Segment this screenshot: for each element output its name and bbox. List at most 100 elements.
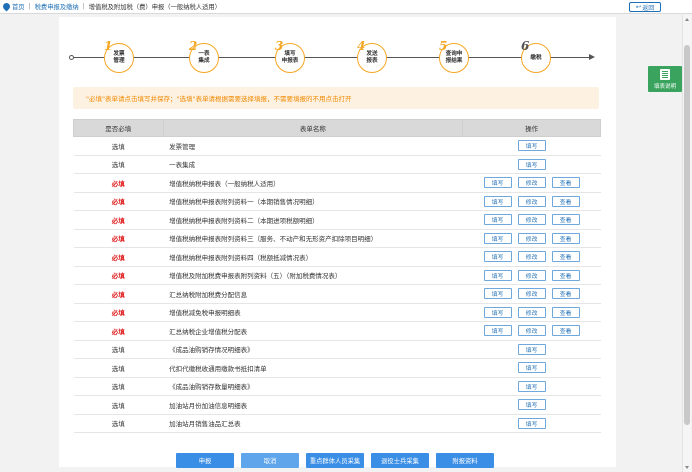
modify-button[interactable]: 修改 [517,325,546,337]
fill-button[interactable]: 填写 [517,343,546,355]
table-row: 必填 增值税及附加税费申报表附列资料（五）（附加税费情况表） 填写 修改 查看 [73,266,601,285]
operations-cell: 填写 修改 查看 [462,192,601,211]
progress-steps: 1 发票 管理 2 一表 集成 3 填写 申报表 4 发送 报表 5 查询申 报结果 6 … [59,39,616,75]
scroll-down-icon[interactable] [685,466,689,469]
step-label: 发票 管理 [113,51,125,64]
operations-cell: 填写 修改 查看 [462,321,601,341]
breadcrumb-separator: | [82,3,85,10]
table-row: 选填 《成品油购销存数量明细表》 填写 [73,377,601,396]
modify-button[interactable]: 修改 [517,195,546,207]
step-number: 2 [189,39,198,53]
step-invoice-management[interactable]: 1 发票 管理 [104,40,134,73]
fill-button[interactable]: 填写 [517,140,546,152]
breadcrumb-section-link[interactable]: 税费申报及缴纳 [35,2,79,11]
table-row: 选填 加油站月份加油信息明细表 填写 [73,395,601,415]
fill-button[interactable]: 填写 [517,399,546,411]
modify-button[interactable]: 修改 [517,214,546,226]
table-row: 必填 增值税减免税申报明细表 填写 修改 查看 [73,303,601,322]
step-send-forms[interactable]: 4 发送 报表 [357,39,387,73]
form-name: 一表集成 [163,155,463,174]
view-button[interactable]: 查看 [551,177,580,189]
required-flag: 选填 [73,340,164,359]
step-number: 3 [275,39,284,53]
fill-button[interactable]: 填写 [483,325,512,337]
fill-button[interactable]: 填写 [517,158,546,170]
steps-end-arrow-icon [589,54,595,60]
required-flag: 选填 [73,414,164,433]
fill-button[interactable]: 填写 [483,214,512,226]
fill-button[interactable]: 填写 [483,306,512,318]
table-row: 必填 增值税纳税申报表附列资料一（本期销售情况明细） 填写 修改 查看 [73,192,601,211]
header-operations: 操作 [462,119,601,137]
back-button-label: 返回 [642,4,655,12]
header-required: 是否必填 [73,119,164,137]
operations-cell: 填写 [462,358,601,378]
fill-button[interactable]: 填写 [517,362,546,374]
view-button[interactable]: 查看 [551,195,580,207]
step-label: 缴税 [530,54,542,61]
step-fill-forms[interactable]: 3 填写 申报表 [275,39,305,73]
fill-button[interactable]: 填写 [517,380,546,392]
view-button[interactable]: 查看 [551,214,580,226]
vertical-scrollbar[interactable] [682,15,691,472]
scroll-up-icon[interactable] [685,18,689,21]
fill-button[interactable]: 填写 [483,195,512,207]
breadcrumb-home-link[interactable]: 首页 [12,2,25,11]
fill-instructions-button[interactable]: 填表说明 [648,66,682,92]
operations-cell: 填写 [462,136,601,156]
required-flag: 必填 [73,266,164,285]
fill-button[interactable]: 填写 [483,269,512,281]
form-name: 增值税纳税申报表附列资料三（服务、不动产和无形资产扣除项目明细） [163,229,463,248]
required-flag: 选填 [73,358,164,378]
fill-button[interactable]: 填写 [483,177,512,189]
operations-cell: 填写 修改 查看 [462,284,601,304]
table-row: 必填 增值税纳税申报表附列资料四（税额抵减情况表） 填写 修改 查看 [73,247,601,267]
operations-cell: 填写 修改 查看 [462,247,601,267]
required-flag: 必填 [73,210,164,230]
view-button[interactable]: 查看 [551,306,580,318]
steps-start-dot [69,55,74,60]
step-number: 4 [357,39,366,53]
form-name: 汇总纳税附加税费分配信息 [163,284,463,304]
table-row: 选填 发票管理 填写 [73,136,601,156]
modify-button[interactable]: 修改 [517,288,546,300]
form-name: 增值税纳税申报表（一般纳税人适用） [163,173,463,193]
required-flag: 必填 [73,321,164,341]
veteran-collection-button[interactable]: 退役士兵采集 [371,453,429,468]
view-button[interactable]: 查看 [551,269,580,281]
view-button[interactable]: 查看 [551,288,580,300]
forms-table: 是否必填 表单名称 操作 选填 发票管理 填写 选填 一表集成 填写 必填 增值税纳税申报表（… [73,119,601,433]
modify-button[interactable]: 修改 [517,306,546,318]
bottom-action-bar: 申报 取消 重点群体人员采集 退役士兵采集 附报资料 [176,453,494,468]
modify-button[interactable]: 修改 [517,251,546,263]
view-button[interactable]: 查看 [551,325,580,337]
form-name: 发票管理 [163,136,463,156]
modify-button[interactable]: 修改 [517,177,546,189]
attachments-button[interactable]: 附报资料 [436,453,494,468]
key-group-collection-button[interactable]: 重点群体人员采集 [306,453,364,468]
step-label: 一表 集成 [198,51,210,64]
form-name: 《成品油购销存数量明细表》 [163,377,463,396]
table-row: 选填 加油站月销售油品汇总表 填写 [73,414,601,433]
required-flag: 必填 [73,173,164,193]
submit-declaration-button[interactable]: 申报 [176,453,234,468]
fill-button[interactable]: 填写 [517,417,546,429]
required-flag: 必填 [73,229,164,248]
operations-cell: 填写 修改 查看 [462,210,601,230]
scroll-thumb[interactable] [684,45,690,425]
fill-button[interactable]: 填写 [483,251,512,263]
fill-button[interactable]: 填写 [483,288,512,300]
view-button[interactable]: 查看 [551,232,580,244]
cancel-button[interactable]: 取消 [241,453,299,468]
table-row: 必填 汇总纳税附加税费分配信息 填写 修改 查看 [73,284,601,304]
fill-button[interactable]: 填写 [483,232,512,244]
modify-button[interactable]: 修改 [517,232,546,244]
step-pay-tax[interactable]: 6 缴税 [521,40,551,73]
table-row: 选填 《成品油购销存情况明细表》 填写 [73,340,601,359]
back-button[interactable]: ↩ 返回 [629,2,661,12]
required-flag: 选填 [73,377,164,396]
step-query-results[interactable]: 5 查询申 报结果 [439,40,469,73]
view-button[interactable]: 查看 [551,251,580,263]
modify-button[interactable]: 修改 [517,269,546,281]
step-integration[interactable]: 2 一表 集成 [189,39,219,73]
